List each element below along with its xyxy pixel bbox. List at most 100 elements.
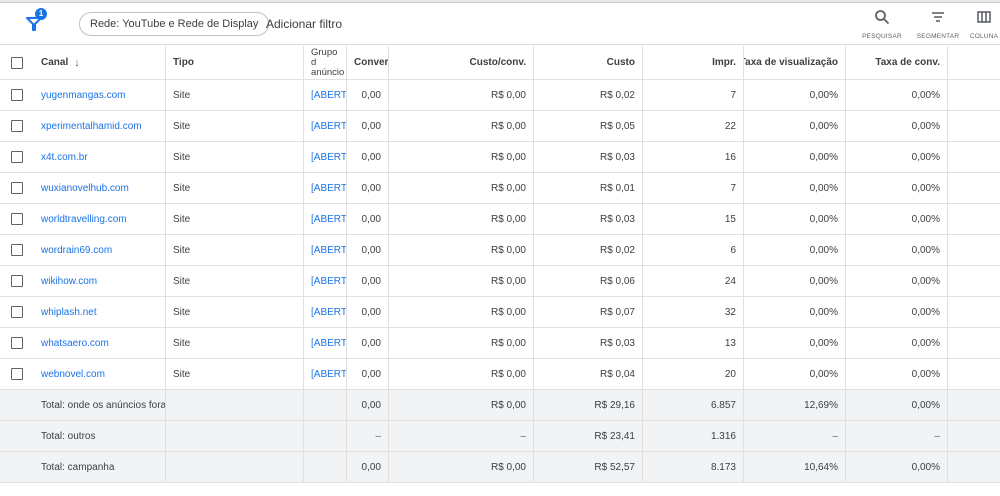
canal-link[interactable]: x4t.com.br xyxy=(41,152,88,163)
ad-group-link[interactable]: [ABERT xyxy=(311,276,346,287)
impr-cell: 13 xyxy=(643,328,744,358)
canal-link[interactable]: worldtravelling.com xyxy=(41,214,127,225)
header-taxa-conv[interactable]: Taxa de conv. xyxy=(846,46,948,79)
ad-group-link[interactable]: [ABERT xyxy=(311,183,346,194)
canal-link[interactable]: webnovel.com xyxy=(41,369,105,380)
search-tool-button[interactable]: PESQUISAR xyxy=(862,9,902,40)
impr-cell: 20 xyxy=(643,359,744,389)
table-row[interactable]: wordrain69.com Site [ABERT 0,00 R$ 0,00 R$ 0,… xyxy=(0,235,1000,266)
tipo-cell: Site xyxy=(166,204,304,234)
header-taxa-visualizacao[interactable]: Taxa de visualização xyxy=(744,46,846,79)
row-checkbox[interactable] xyxy=(11,306,23,318)
row-checkbox[interactable] xyxy=(11,244,23,256)
row-checkbox[interactable] xyxy=(11,182,23,194)
custo-conv-cell: R$ 0,00 xyxy=(389,266,534,296)
table-row[interactable]: webnovel.com Site [ABERT 0,00 R$ 0,00 R$ 0,04… xyxy=(0,359,1000,390)
add-filter-button[interactable]: Adicionar filtro xyxy=(266,17,342,31)
custo-cell: R$ 0,03 xyxy=(534,142,643,172)
canal-link[interactable]: yugenmangas.com xyxy=(41,90,126,101)
ad-group-link[interactable]: [ABERT xyxy=(311,152,346,163)
total-taxa-visualizacao-cell: – xyxy=(744,421,846,451)
total-conv-cell: – xyxy=(347,421,389,451)
table-row[interactable]: worldtravelling.com Site [ABERT 0,00 R$ 0,00… xyxy=(0,204,1000,235)
taxa-conv-cell: 0,00% xyxy=(846,142,948,172)
grupo-cell: [ABERT xyxy=(304,359,347,389)
table-row[interactable]: x4t.com.br Site [ABERT 0,00 R$ 0,00 R$ 0,03 16… xyxy=(0,142,1000,173)
canal-link[interactable]: wikihow.com xyxy=(41,276,97,287)
tipo-cell: Site xyxy=(166,359,304,389)
conv-cell: 0,00 xyxy=(347,173,389,203)
canal-cell: xperimentalhamid.com xyxy=(34,111,166,141)
table-row[interactable]: whatsaero.com Site [ABERT 0,00 R$ 0,00 R$ 0,0… xyxy=(0,328,1000,359)
ad-group-link[interactable]: [ABERT xyxy=(311,307,346,318)
ad-group-link[interactable]: [ABERT xyxy=(311,245,346,256)
filter-count-badge: 1 xyxy=(35,8,47,20)
table-row[interactable]: yugenmangas.com Site [ABERT 0,00 R$ 0,00 R$ 0… xyxy=(0,80,1000,111)
row-select-cell xyxy=(0,111,34,141)
grupo-cell: [ABERT xyxy=(304,173,347,203)
impr-cell: 6 xyxy=(643,235,744,265)
row-checkbox[interactable] xyxy=(11,213,23,225)
header-impr[interactable]: Impr. xyxy=(643,46,744,79)
ad-group-link[interactable]: [ABERT xyxy=(311,214,346,225)
total-conv-cell: 0,00 xyxy=(347,452,389,482)
impr-cell: 32 xyxy=(643,297,744,327)
tipo-cell: Site xyxy=(166,173,304,203)
custo-cell: R$ 0,06 xyxy=(534,266,643,296)
row-select-cell xyxy=(0,173,34,203)
canal-link[interactable]: xperimentalhamid.com xyxy=(41,121,142,132)
canal-cell: wordrain69.com xyxy=(34,235,166,265)
ad-group-link[interactable]: [ABERT xyxy=(311,369,346,380)
custo-conv-cell: R$ 0,00 xyxy=(389,111,534,141)
header-canal[interactable]: Canal ↓ xyxy=(34,46,166,79)
search-tool-label: PESQUISAR xyxy=(862,33,902,40)
total-extra-cell xyxy=(948,421,1000,451)
custo-conv-cell: R$ 0,00 xyxy=(389,173,534,203)
ad-group-link[interactable]: [ABERT xyxy=(311,90,346,101)
canal-link[interactable]: whatsaero.com xyxy=(41,338,109,349)
table-row[interactable]: wikihow.com Site [ABERT 0,00 R$ 0,00 R$ 0,06 2… xyxy=(0,266,1000,297)
extra-cell xyxy=(948,297,1000,327)
taxa-conv-cell: 0,00% xyxy=(846,80,948,110)
custo-cell: R$ 0,02 xyxy=(534,80,643,110)
custo-conv-cell: R$ 0,00 xyxy=(389,297,534,327)
total-conv-cell: 0,00 xyxy=(347,390,389,420)
extra-cell xyxy=(948,266,1000,296)
header-tipo[interactable]: Tipo xyxy=(166,46,304,79)
total-grupo-cell xyxy=(304,452,347,482)
row-checkbox[interactable] xyxy=(11,120,23,132)
table-row[interactable]: whiplash.net Site [ABERT 0,00 R$ 0,00 R$ 0,07… xyxy=(0,297,1000,328)
columns-tool-button[interactable]: COLUNA xyxy=(968,9,1000,40)
total-blank-cell xyxy=(0,421,34,451)
canal-link[interactable]: wordrain69.com xyxy=(41,245,112,256)
segment-tool-button[interactable]: SEGMENTAR xyxy=(916,9,960,40)
ad-group-link[interactable]: [ABERT xyxy=(311,338,346,349)
canal-link[interactable]: wuxianovelhub.com xyxy=(41,183,129,194)
custo-cell: R$ 0,04 xyxy=(534,359,643,389)
tipo-cell: Site xyxy=(166,266,304,296)
conv-cell: 0,00 xyxy=(347,235,389,265)
tipo-cell: Site xyxy=(166,80,304,110)
row-checkbox[interactable] xyxy=(11,275,23,287)
header-grupo[interactable]: Grupo d anúncio xyxy=(304,46,347,79)
header-custo[interactable]: Custo xyxy=(534,46,643,79)
network-filter-chip[interactable]: Rede: YouTube e Rede de Display xyxy=(79,12,270,36)
conv-cell: 0,00 xyxy=(347,328,389,358)
select-all-checkbox[interactable] xyxy=(11,56,23,69)
row-checkbox[interactable] xyxy=(11,368,23,380)
row-checkbox[interactable] xyxy=(11,337,23,349)
row-checkbox[interactable] xyxy=(11,151,23,163)
ad-group-link[interactable]: [ABERT xyxy=(311,121,346,132)
header-custo-conv[interactable]: Custo/conv. xyxy=(389,46,534,79)
conv-cell: 0,00 xyxy=(347,111,389,141)
extra-cell xyxy=(948,204,1000,234)
row-checkbox[interactable] xyxy=(11,89,23,101)
custo-conv-cell: R$ 0,00 xyxy=(389,328,534,358)
taxa-conv-cell: 0,00% xyxy=(846,328,948,358)
grupo-cell: [ABERT xyxy=(304,235,347,265)
table-row[interactable]: xperimentalhamid.com Site [ABERT 0,00 R$ 0,0… xyxy=(0,111,1000,142)
canal-link[interactable]: whiplash.net xyxy=(41,307,97,318)
header-conversoes[interactable]: Conver xyxy=(347,46,389,79)
table-row[interactable]: wuxianovelhub.com Site [ABERT 0,00 R$ 0,00 R$… xyxy=(0,173,1000,204)
conv-cell: 0,00 xyxy=(347,204,389,234)
